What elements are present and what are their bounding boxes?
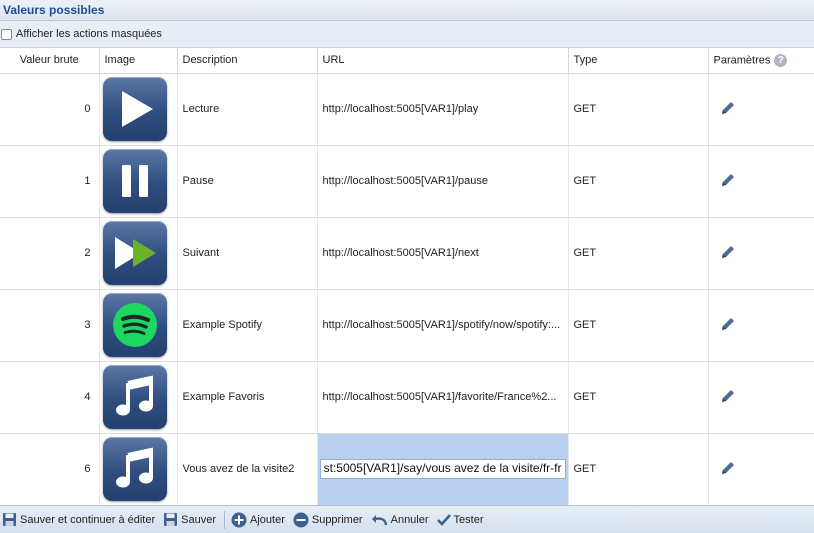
bottom-toolbar: Sauver et continuer à éditer Sauver Ajou…	[0, 505, 814, 533]
save-continue-label: Sauver et continuer à éditer	[20, 513, 156, 526]
play-icon	[102, 77, 167, 141]
type[interactable]: GET	[568, 145, 709, 218]
pencil-icon[interactable]	[714, 389, 736, 407]
check-icon	[436, 513, 451, 526]
options-bar: Afficher les actions masquées	[0, 21, 814, 48]
plus-circle-icon	[231, 512, 247, 528]
type[interactable]: GET	[568, 217, 709, 290]
image-cell[interactable]	[99, 145, 178, 218]
params-cell[interactable]	[708, 433, 814, 506]
pause-icon	[102, 149, 167, 213]
image-cell[interactable]	[99, 217, 178, 290]
pencil-icon[interactable]	[714, 317, 736, 335]
url[interactable]: http://localhost:5005[VAR1]/next	[317, 217, 569, 290]
delete-button[interactable]: Supprimer	[293, 512, 363, 528]
music-note-icon	[102, 437, 167, 501]
url[interactable]: http://localhost:5005[VAR1]/favorite/Fra…	[317, 361, 569, 434]
params-cell[interactable]	[708, 289, 814, 362]
col-params-label: Paramètres	[713, 54, 771, 67]
raw-value: 0	[0, 73, 100, 146]
params-cell[interactable]	[708, 145, 814, 218]
table-row[interactable]: 1 Pause http://localhost:5005[VAR1]/paus…	[0, 145, 814, 218]
table-row[interactable]: 0 Lecture http://localhost:5005[VAR1]/pl…	[0, 73, 814, 146]
table-row[interactable]: 3 Example Spotify http://localhost:5005[…	[0, 289, 814, 362]
help-icon[interactable]: ?	[774, 53, 788, 67]
save-button[interactable]: Sauver	[163, 512, 216, 527]
save-icon	[2, 512, 17, 527]
raw-value: 6	[0, 433, 100, 506]
description[interactable]: Lecture	[177, 73, 318, 146]
save-continue-button[interactable]: Sauver et continuer à éditer	[2, 512, 155, 527]
type[interactable]: GET	[568, 289, 709, 362]
raw-value: 4	[0, 361, 100, 434]
url-edit-cell[interactable]: st:5005[VAR1]/say/vous avez de la visite…	[317, 433, 569, 506]
undo-label: Annuler	[390, 513, 429, 526]
pencil-icon[interactable]	[714, 245, 736, 263]
pencil-icon[interactable]	[714, 101, 736, 119]
pencil-icon[interactable]	[714, 173, 736, 191]
image-cell[interactable]	[99, 289, 178, 362]
table-row[interactable]: 6 Vous avez de la visite2 st:5005[VAR1]/…	[0, 433, 814, 506]
image-cell[interactable]	[99, 433, 178, 506]
test-button[interactable]: Tester	[436, 513, 484, 526]
pencil-icon[interactable]	[714, 461, 736, 479]
toolbar-divider	[224, 510, 225, 529]
add-label: Ajouter	[250, 513, 285, 526]
next-icon	[102, 221, 167, 285]
type[interactable]: GET	[568, 361, 709, 434]
values-table: Valeur brute Image Description URL Type …	[0, 48, 814, 506]
col-params[interactable]: Paramètres?	[708, 48, 814, 74]
description[interactable]: Example Spotify	[177, 289, 318, 362]
spotify-icon	[102, 293, 167, 357]
table-row[interactable]: 4 Example Favoris http://localhost:5005[…	[0, 361, 814, 434]
description[interactable]: Pause	[177, 145, 318, 218]
test-label: Tester	[453, 513, 484, 526]
undo-icon	[371, 513, 388, 527]
table-row[interactable]: 2 Suivant http://localhost:5005[VAR1]/ne…	[0, 217, 814, 290]
description[interactable]: Vous avez de la visite2	[177, 433, 318, 506]
show-hidden-label[interactable]: Afficher les actions masquées	[16, 28, 162, 40]
url[interactable]: http://localhost:5005[VAR1]/spotify/now/…	[317, 289, 569, 362]
undo-button[interactable]: Annuler	[371, 513, 429, 527]
params-cell[interactable]	[708, 73, 814, 146]
col-type[interactable]: Type	[568, 48, 709, 74]
image-cell[interactable]	[99, 361, 178, 434]
music-note-icon	[102, 365, 167, 429]
show-hidden-checkbox[interactable]	[1, 28, 12, 40]
description[interactable]: Example Favoris	[177, 361, 318, 434]
params-cell[interactable]	[708, 217, 814, 290]
col-description[interactable]: Description	[177, 48, 318, 74]
panel-title: Valeurs possibles	[0, 0, 814, 21]
col-url[interactable]: URL	[317, 48, 569, 74]
image-cell[interactable]	[99, 73, 178, 146]
raw-value: 3	[0, 289, 100, 362]
table-header: Valeur brute Image Description URL Type …	[0, 48, 814, 74]
url-input[interactable]: st:5005[VAR1]/say/vous avez de la visite…	[319, 459, 566, 479]
url[interactable]: http://localhost:5005[VAR1]/play	[317, 73, 569, 146]
col-image[interactable]: Image	[99, 48, 178, 74]
raw-value: 2	[0, 217, 100, 290]
col-raw-value[interactable]: Valeur brute	[0, 48, 100, 74]
params-cell[interactable]	[708, 361, 814, 434]
type[interactable]: GET	[568, 73, 709, 146]
delete-label: Supprimer	[311, 513, 363, 526]
panel-title-text: Valeurs possibles	[3, 3, 105, 17]
description[interactable]: Suivant	[177, 217, 318, 290]
save-label: Sauver	[181, 513, 216, 526]
url[interactable]: http://localhost:5005[VAR1]/pause	[317, 145, 569, 218]
minus-circle-icon	[293, 512, 309, 528]
add-button[interactable]: Ajouter	[231, 512, 285, 528]
raw-value: 1	[0, 145, 100, 218]
save-icon	[163, 512, 178, 527]
type[interactable]: GET	[568, 433, 709, 506]
